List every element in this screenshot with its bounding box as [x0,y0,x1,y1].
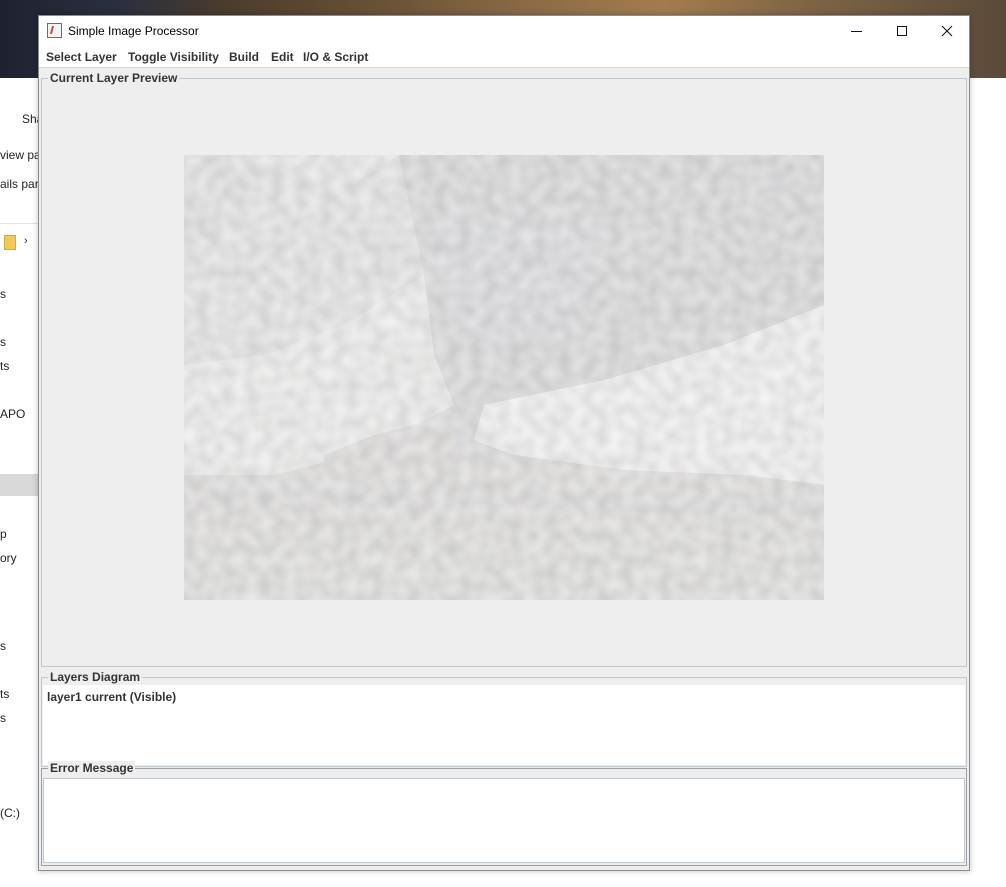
panel-title-layers: Layers Diagram [48,670,143,684]
menu-edit[interactable]: Edit [271,49,294,65]
divider [0,223,40,224]
layer-entry[interactable]: layer1 current (Visible) [47,690,176,704]
close-icon [941,25,953,37]
minimize-button[interactable] [833,16,879,46]
mosaic-image [184,155,824,600]
layers-diagram-panel: Layers Diagram layer1 current (Visible) [41,670,967,767]
panel-title-error: Error Message [48,761,136,775]
menu-toggle-visibility[interactable]: Toggle Visibility [128,49,219,65]
app-window: Simple Image Processor Select Layer Togg… [38,15,970,871]
background-explorer-window: Sha view pa ails par › s s ts APO p ory … [0,78,43,887]
background-text: p [0,527,7,541]
menu-select-layer[interactable]: Select Layer [46,49,117,65]
background-text: (C:) [0,806,20,820]
background-text: ory [0,551,17,565]
background-text: s [0,639,6,653]
maximize-icon [897,26,907,36]
error-message-area [43,778,965,863]
background-text: view pa [0,148,41,162]
error-message-panel: Error Message [41,761,967,866]
close-button[interactable] [924,16,970,46]
chevron-right-icon: › [24,235,28,247]
background-text: s [0,711,6,725]
maximize-button[interactable] [879,16,925,46]
selected-nav-item [0,474,40,496]
background-text: s [0,335,6,349]
layers-list: layer1 current (Visible) [43,685,965,765]
minimize-icon [850,30,862,32]
current-layer-preview-panel: Current Layer Preview [41,71,967,667]
background-text: ts [0,687,10,701]
background-text: APO [0,407,26,421]
title-bar[interactable]: Simple Image Processor [39,16,969,46]
background-text: ts [0,359,10,373]
window-title: Simple Image Processor [68,24,199,38]
layer-preview-image [184,155,824,600]
panel-title-preview: Current Layer Preview [48,71,180,85]
background-text: ails par [0,177,39,191]
background-text: s [0,287,6,301]
menu-bar: Select Layer Toggle Visibility Build Edi… [39,46,969,68]
folder-icon [4,235,16,250]
menu-build[interactable]: Build [229,49,259,65]
image-processor-icon [47,23,62,38]
menu-io-script[interactable]: I/O & Script [303,49,368,65]
